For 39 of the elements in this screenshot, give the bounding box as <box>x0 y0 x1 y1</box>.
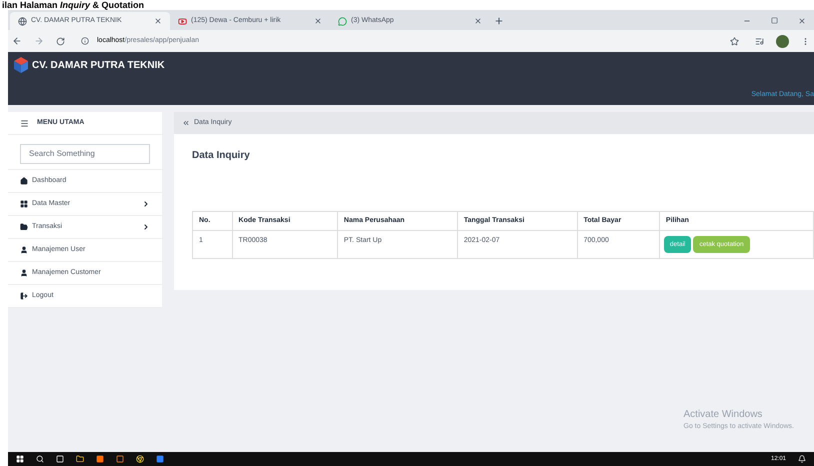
home-icon <box>20 177 28 185</box>
close-icon[interactable] <box>154 17 162 25</box>
new-tab-icon[interactable] <box>494 16 504 26</box>
maximize-icon[interactable] <box>771 17 778 24</box>
document-heading: ilan Halaman Inquiry & Quotation <box>1 0 146 10</box>
search-icon[interactable] <box>36 455 44 463</box>
menu-icon <box>20 118 29 128</box>
chevron-icon <box>142 223 150 231</box>
info-icon <box>81 37 89 45</box>
app-icon[interactable] <box>116 455 124 463</box>
task-view-icon[interactable] <box>56 455 64 463</box>
folder-icon[interactable] <box>76 455 84 463</box>
chevron-icon <box>142 200 150 208</box>
globe-icon <box>18 16 27 26</box>
playlist-icon[interactable] <box>755 36 764 46</box>
close-icon[interactable] <box>798 17 806 25</box>
search-field[interactable]: Search Something <box>20 144 150 164</box>
collapse-icon[interactable] <box>182 119 190 127</box>
back-icon[interactable] <box>12 36 22 46</box>
user-icon <box>20 246 28 254</box>
page-title: Data Inquiry <box>192 150 250 161</box>
avatar[interactable] <box>776 34 789 48</box>
logout-icon <box>20 292 28 300</box>
activation-title: Activate Windows <box>684 408 764 422</box>
windows-icon[interactable] <box>16 455 24 463</box>
reload-icon[interactable] <box>56 36 65 46</box>
app-icon[interactable] <box>96 455 104 463</box>
close-icon[interactable] <box>474 17 482 25</box>
star-icon[interactable] <box>730 36 739 46</box>
folder-icon <box>20 223 28 231</box>
close-icon[interactable] <box>314 17 322 25</box>
browser-icon[interactable] <box>136 455 144 463</box>
brand-name: CV. DAMAR PUTRA TEKNIK <box>32 58 165 72</box>
video-icon <box>178 16 187 26</box>
chat-icon <box>338 16 347 26</box>
notification-icon[interactable] <box>798 455 806 463</box>
user-icon <box>20 269 28 277</box>
grid-icon <box>20 200 28 208</box>
cube-logo-icon <box>14 57 28 73</box>
